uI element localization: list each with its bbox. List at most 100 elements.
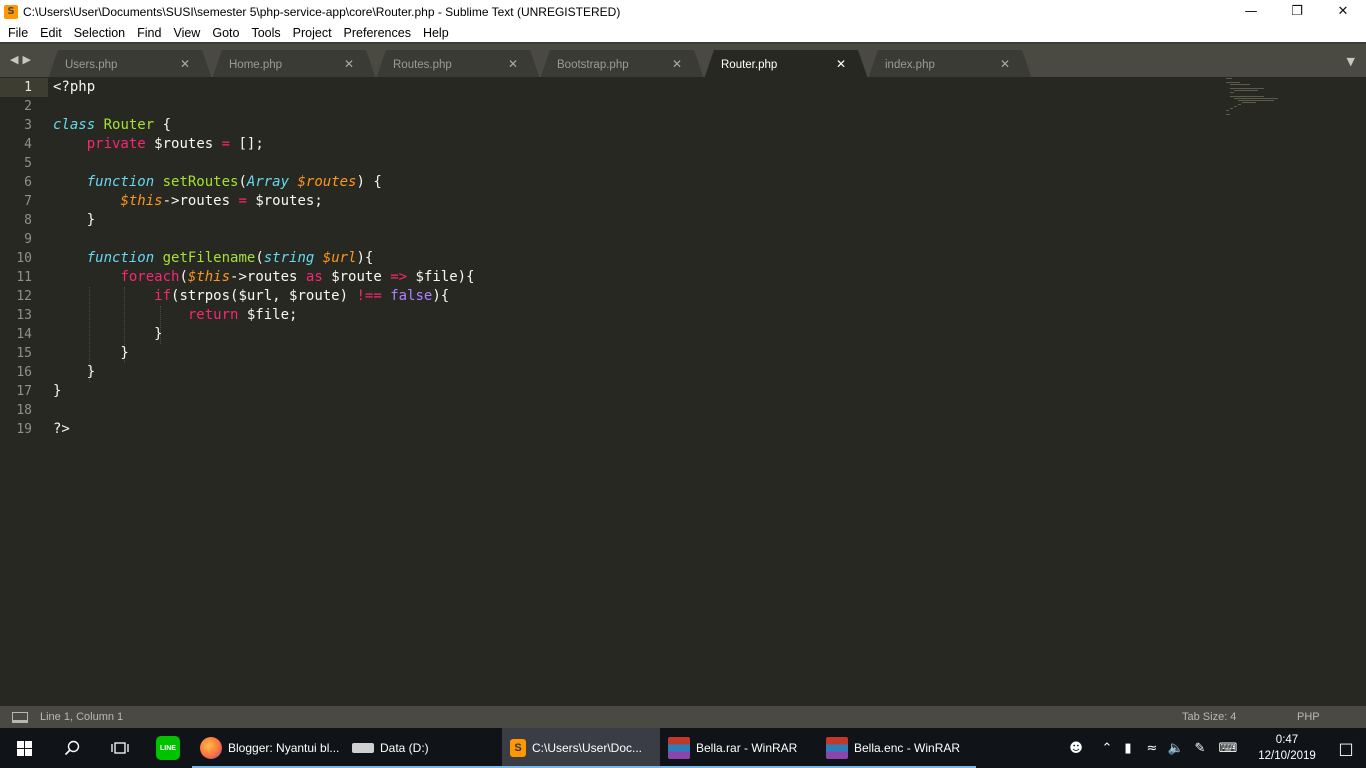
line-number: 4 xyxy=(24,137,32,152)
menu-goto[interactable]: Goto xyxy=(206,26,245,40)
sublime-app-icon: S xyxy=(4,4,18,19)
minimap[interactable] xyxy=(1222,77,1352,117)
clock-date: 12/10/2019 xyxy=(1258,750,1316,762)
code-line[interactable]: ?> xyxy=(53,420,70,439)
line-number: 5 xyxy=(24,156,32,171)
line-number: 9 xyxy=(24,232,32,247)
clock[interactable]: 0:47 12/10/2019 xyxy=(1248,732,1326,764)
line-number-gutter: 1 2 3 4 5 6 7 8 9 10 11 12 13 14 15 16 1… xyxy=(0,77,48,706)
menu-preferences[interactable]: Preferences xyxy=(338,26,417,40)
code-line[interactable]: class Router { xyxy=(53,116,171,135)
code-line[interactable]: $this->routes = $routes; xyxy=(53,192,322,211)
line-number: 16 xyxy=(16,365,32,380)
close-icon[interactable]: ✕ xyxy=(836,57,846,71)
winrar-icon xyxy=(668,737,690,759)
maximize-button[interactable]: ❐ xyxy=(1274,0,1320,23)
back-arrow-icon[interactable]: ◀ xyxy=(10,53,18,66)
menu-selection[interactable]: Selection xyxy=(68,26,131,40)
line-number: 18 xyxy=(16,403,32,418)
tab-router-php[interactable]: Router.php ✕ xyxy=(704,50,868,79)
taskbar-app-winrar-rar[interactable]: Bella.rar - WinRAR xyxy=(660,728,818,768)
code-line[interactable]: } xyxy=(53,211,95,230)
menu-tools[interactable]: Tools xyxy=(245,26,286,40)
code-line[interactable]: } xyxy=(53,344,128,363)
line-number: 3 xyxy=(24,118,32,133)
syntax-indicator[interactable]: PHP xyxy=(1297,711,1320,723)
window-title: C:\Users\User\Documents\SUSI\semester 5\… xyxy=(23,4,621,19)
tab-label: index.php xyxy=(885,58,935,71)
code-line[interactable]: function getFilename(string $url){ xyxy=(53,249,374,268)
close-icon[interactable]: ✕ xyxy=(508,57,518,71)
volume-icon[interactable]: 🔈 xyxy=(1164,741,1188,756)
menu-edit[interactable]: Edit xyxy=(34,26,68,40)
taskbar-app-firefox[interactable]: Blogger: Nyantui bl... xyxy=(192,728,344,768)
close-icon[interactable]: ✕ xyxy=(672,57,682,71)
code-line[interactable]: if(strpos($url, $route) !== false){ xyxy=(53,287,449,306)
menu-bar: File Edit Selection Find View Goto Tools… xyxy=(0,23,1366,42)
search-button[interactable] xyxy=(48,728,96,768)
tab-label: Home.php xyxy=(229,58,283,71)
menu-view[interactable]: View xyxy=(167,26,206,40)
taskbar-app-label: Bella.rar - WinRAR xyxy=(696,741,798,755)
close-button[interactable]: ✕ xyxy=(1320,0,1366,23)
taskbar-app-winrar-enc[interactable]: Bella.enc - WinRAR xyxy=(818,728,976,768)
menu-file[interactable]: File xyxy=(2,26,34,40)
system-tray: ☻ ⌃ ▮ ≈ 🔈 ✎ ⌨ 0:47 12/10/2019 □ xyxy=(1064,728,1366,768)
code-line[interactable]: } xyxy=(53,363,95,382)
menu-help[interactable]: Help xyxy=(417,26,455,40)
notification-icon[interactable]: □ xyxy=(1326,739,1366,758)
tab-label: Bootstrap.php xyxy=(557,58,629,71)
tab-routes-php[interactable]: Routes.php ✕ xyxy=(376,50,540,79)
code-line[interactable]: <?php xyxy=(53,78,95,97)
tab-label: Users.php xyxy=(65,58,118,71)
code-line[interactable]: function setRoutes(Array $routes) { xyxy=(53,173,382,192)
people-icon[interactable]: ☻ xyxy=(1064,741,1088,756)
tab-home-php[interactable]: Home.php ✕ xyxy=(212,50,376,79)
close-icon[interactable]: ✕ xyxy=(180,57,190,71)
start-button[interactable] xyxy=(0,728,48,768)
vertical-scrollbar[interactable] xyxy=(1352,77,1366,706)
pen-icon[interactable]: ✎ xyxy=(1188,741,1212,756)
menu-project[interactable]: Project xyxy=(287,26,338,40)
tab-bootstrap-php[interactable]: Bootstrap.php ✕ xyxy=(540,50,704,79)
taskbar-app-drive[interactable]: Data (D:) xyxy=(344,728,502,768)
code-editor[interactable]: 1 2 3 4 5 6 7 8 9 10 11 12 13 14 15 16 1… xyxy=(0,77,1366,706)
task-view-button[interactable] xyxy=(96,728,144,768)
tab-list-dropdown-icon[interactable]: ▼ xyxy=(1347,55,1355,68)
wifi-icon[interactable]: ≈ xyxy=(1140,741,1164,756)
code-line[interactable]: return $file; xyxy=(53,306,298,325)
title-bar: S C:\Users\User\Documents\SUSI\semester … xyxy=(0,0,1366,23)
close-icon[interactable]: ✕ xyxy=(1000,57,1010,71)
tab-users-php[interactable]: Users.php ✕ xyxy=(48,50,212,79)
minimize-button[interactable]: — xyxy=(1228,0,1274,23)
code-line[interactable]: } xyxy=(53,382,61,401)
line-number: 12 xyxy=(16,289,32,304)
tab-size-indicator[interactable]: Tab Size: 4 xyxy=(1182,711,1236,723)
taskbar-app-label: Data (D:) xyxy=(380,741,429,755)
line-number: 19 xyxy=(16,422,32,437)
clock-time: 0:47 xyxy=(1275,734,1299,746)
line-number: 1 xyxy=(24,80,32,95)
line-number: 14 xyxy=(16,327,32,342)
keyboard-icon[interactable]: ⌨ xyxy=(1212,741,1244,756)
code-line[interactable]: foreach($this->routes as $route => $file… xyxy=(53,268,474,287)
battery-icon[interactable]: ▮ xyxy=(1116,741,1140,756)
code-line[interactable]: private $routes = []; xyxy=(53,135,264,154)
line-app-button[interactable]: LINE xyxy=(144,728,192,768)
panel-toggle-icon[interactable] xyxy=(12,711,28,723)
line-app-icon: LINE xyxy=(156,736,180,760)
taskbar-app-label: Blogger: Nyantui bl... xyxy=(228,741,340,755)
forward-arrow-icon[interactable]: ▶ xyxy=(22,53,30,66)
sublime-icon: S xyxy=(510,739,526,757)
tab-label: Routes.php xyxy=(393,58,452,71)
windows-logo-icon xyxy=(16,740,32,756)
chevron-up-icon[interactable]: ⌃ xyxy=(1098,741,1116,756)
menu-find[interactable]: Find xyxy=(131,26,167,40)
firefox-icon xyxy=(200,737,222,759)
tab-nav-arrows: ◀ ▶ xyxy=(10,53,31,66)
taskbar-app-sublime[interactable]: S C:\Users\User\Doc... xyxy=(502,728,660,768)
code-line[interactable]: } xyxy=(53,325,162,344)
tab-bar: ◀ ▶ Users.php ✕ Home.php ✕ Routes.php ✕ … xyxy=(0,42,1366,77)
close-icon[interactable]: ✕ xyxy=(344,57,354,71)
tab-index-php[interactable]: index.php ✕ xyxy=(868,50,1032,79)
